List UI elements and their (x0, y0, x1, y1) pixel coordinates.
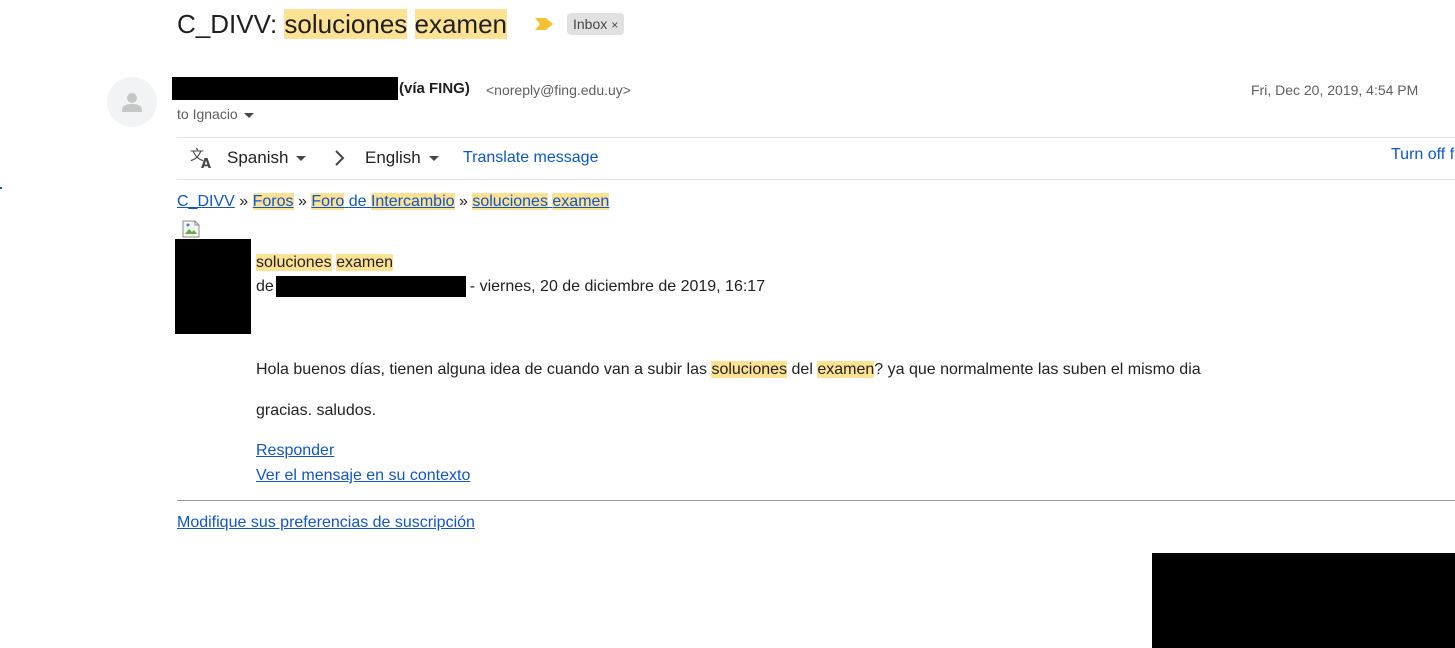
svg-text:A: A (201, 157, 211, 170)
email-date: Fri, Dec 20, 2019, 4:54 PM (1251, 82, 1419, 98)
poster-photo-redacted (175, 239, 251, 334)
author-name-redacted (275, 276, 466, 298)
remove-label-icon[interactable]: × (611, 18, 618, 32)
reply-link[interactable]: Responder (256, 442, 334, 459)
breadcrumb-forums-link[interactable]: Foros (252, 193, 294, 210)
email-subject: C_DIVV: soluciones examen (177, 6, 508, 42)
subject-highlight-soluciones: soluciones (284, 9, 408, 39)
breadcrumb-separator: » (458, 193, 468, 210)
post-title: soluciones examen (256, 252, 393, 274)
subject-highlight-examen: examen (414, 9, 508, 39)
footer-divider (177, 500, 1455, 501)
breadcrumb-topic-word2: examen (552, 193, 610, 210)
subject-prefix: C_DIVV: (177, 9, 278, 39)
turn-off-translation-button[interactable]: Turn off f (1391, 144, 1454, 166)
post-text-part: Hola buenos días, tienen alguna idea de … (256, 361, 707, 378)
recipient-details-toggle[interactable]: to Ignacio (177, 104, 254, 124)
post-title-word1: soluciones (256, 254, 332, 271)
post-highlight-examen: examen (817, 361, 875, 378)
subscription-preferences-link[interactable]: Modifique sus preferencias de suscripció… (177, 514, 475, 531)
footer-redacted-block (1152, 553, 1455, 648)
breadcrumb-topic-word1: soluciones (472, 193, 548, 210)
target-language-label: English (365, 148, 421, 167)
chevron-down-icon (296, 156, 307, 162)
broken-image-icon (182, 220, 200, 238)
translate-icon: 文 A (190, 148, 211, 170)
post-signoff: gracias. saludos. (256, 402, 377, 419)
chevron-right-icon (335, 150, 345, 166)
post-text-part: ? ya que normalmente las suben el mismo … (874, 361, 1201, 378)
recipient-label: to Ignacio (177, 106, 238, 122)
sender-name-redacted (172, 77, 398, 100)
inbox-label-chip: Inbox × (567, 13, 625, 35)
view-in-context-link[interactable]: Ver el mensaje en su contexto (256, 467, 470, 484)
post-title-word2: examen (336, 254, 393, 271)
chevron-down-icon (428, 156, 439, 162)
sender-email: <noreply@fing.edu.uy> (486, 82, 631, 98)
translate-bar-divider-bottom (177, 179, 1455, 180)
stray-link-dot (0, 187, 2, 189)
translate-message-button[interactable]: Translate message (463, 147, 598, 169)
translate-bar-divider-top (177, 137, 1455, 138)
source-language-label: Spanish (227, 148, 289, 167)
breadcrumb-forum-word3: Intercambio (370, 193, 455, 210)
post-byline: de - viernes, 20 de diciembre de 2019, 16… (256, 276, 765, 298)
breadcrumb-forum-word1: Foro (311, 193, 345, 210)
post-body-paragraph: Hola buenos días, tienen alguna idea de … (256, 359, 1201, 381)
sender-avatar[interactable] (107, 77, 157, 127)
post-text-part: del (791, 361, 813, 378)
breadcrumb-forum-link[interactable]: Foro de Intercambio (311, 193, 455, 210)
byline-date: - viernes, 20 de diciembre de 2019, 16:1… (469, 278, 766, 295)
post-highlight-soluciones: soluciones (711, 361, 788, 378)
chevron-down-icon (243, 112, 254, 118)
important-marker-icon[interactable] (534, 16, 554, 32)
breadcrumb-separator: » (297, 193, 307, 210)
breadcrumb-separator: » (239, 193, 249, 210)
breadcrumb-forum-word2: de (348, 193, 367, 210)
breadcrumb-course-link[interactable]: C_DIVV (177, 193, 235, 210)
sender-via: (vía FING) (399, 80, 470, 97)
byline-prefix: de (256, 278, 274, 295)
breadcrumb-forums-label: Foros (252, 193, 294, 210)
default-avatar-icon (122, 93, 142, 112)
target-language-select[interactable]: English (365, 146, 439, 170)
inbox-label: Inbox (573, 16, 608, 32)
breadcrumb-topic-link[interactable]: soluciones examen (472, 193, 610, 210)
breadcrumb: C_DIVV » Foros » Foro de Intercambio » s… (177, 191, 610, 213)
source-language-select[interactable]: Spanish (227, 146, 307, 170)
